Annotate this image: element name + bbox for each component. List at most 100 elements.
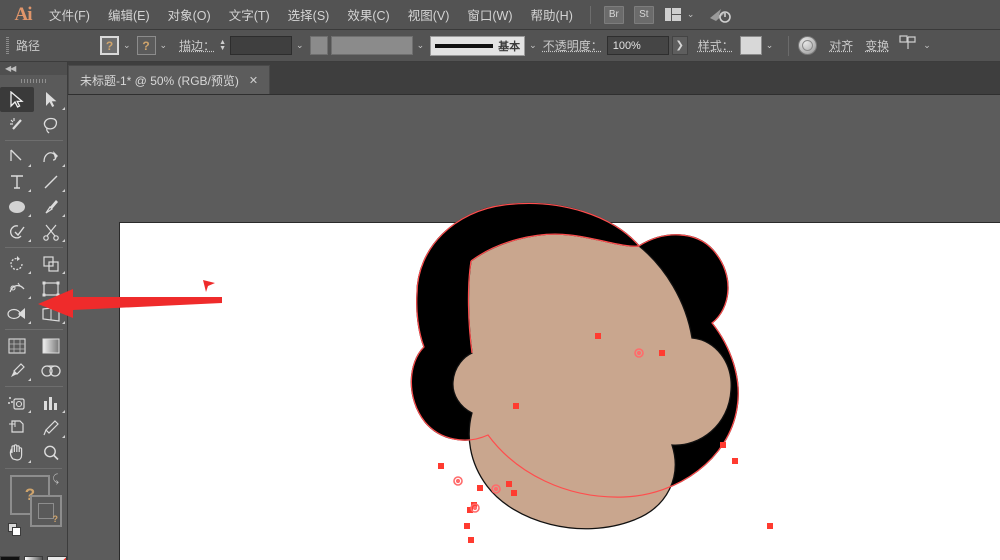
tool-panel-grip[interactable] (0, 75, 67, 87)
stroke-profile-chevron-icon[interactable]: ⌄ (417, 40, 425, 51)
opacity-label: 不透明度： (543, 37, 603, 54)
menu-edit[interactable]: 编辑(E) (99, 1, 159, 28)
paintbrush-tool[interactable] (34, 194, 68, 219)
menu-help[interactable]: 帮助(H) (522, 1, 582, 28)
control-bar-grip[interactable] (6, 37, 9, 55)
recolor-artwork-icon[interactable] (798, 36, 817, 55)
menu-select[interactable]: 选择(S) (279, 1, 339, 28)
menu-file[interactable]: 文件(F) (40, 1, 99, 28)
document-tab[interactable]: 未标题-1* @ 50% (RGB/预览) ✕ (68, 65, 270, 94)
perspective-grid-tool[interactable] (34, 301, 68, 326)
fill-dropdown-chevron-icon[interactable]: ⌄ (123, 40, 131, 51)
collapse-panel-icon[interactable]: ◀◀ (5, 64, 15, 73)
stroke-dropdown-chevron-icon[interactable]: ⌄ (160, 40, 168, 51)
stroke-swatch[interactable]: ? (30, 495, 62, 527)
none-mode-button[interactable] (47, 556, 67, 560)
bridge-button[interactable]: Br (604, 6, 624, 24)
color-mode-button[interactable] (0, 556, 20, 560)
stock-button[interactable]: St (634, 6, 654, 24)
gradient-mode-button[interactable] (24, 556, 44, 560)
style-label: 样式： (698, 37, 734, 54)
hand-tool[interactable] (0, 440, 34, 465)
pen-tool[interactable] (0, 144, 34, 169)
stroke-profile-preview (310, 36, 328, 55)
chevron-down-icon[interactable]: ⌄ (687, 9, 695, 20)
document-tab-title: 未标题-1* @ 50% (RGB/预览) (80, 72, 239, 89)
menu-effect[interactable]: 效果(C) (338, 1, 398, 28)
artboard-tool[interactable] (0, 415, 34, 440)
scale-tool[interactable] (34, 251, 68, 276)
gradient-tool[interactable] (34, 333, 68, 358)
power-icon[interactable] (708, 6, 732, 24)
magic-wand-tool[interactable] (0, 112, 34, 137)
default-fill-stroke-icon[interactable] (8, 523, 22, 537)
tool-flyout-indicator-icon (62, 435, 65, 438)
tool-divider (5, 247, 63, 248)
tool-flyout-indicator-icon (62, 410, 65, 413)
stroke-weight-chevron-icon[interactable]: ⌄ (296, 40, 304, 51)
blend-tool[interactable] (34, 358, 68, 383)
tool-divider (5, 468, 62, 469)
shaper-tool[interactable] (0, 219, 34, 244)
stroke-swatch-value: ? (53, 514, 59, 524)
align-button[interactable]: 对齐 (829, 37, 853, 54)
brush-definition-dropdown[interactable]: 基本 (430, 36, 525, 56)
free-transform-tool[interactable] (34, 276, 68, 301)
tool-flyout-indicator-icon (28, 189, 31, 192)
fill-stroke-cluster: ? ? ⤹ (6, 473, 61, 553)
zoom-tool[interactable] (34, 440, 68, 465)
tool-divider (5, 140, 63, 141)
stroke-color-swatch[interactable]: ? (137, 36, 156, 55)
tool-flyout-indicator-icon (62, 164, 65, 167)
tools-panel-header[interactable]: ◀◀ (0, 62, 67, 75)
control-bar: 路径 ? ⌄ ? ⌄ 描边： ▲▼ ⌄ ⌄ 基本 ⌄ 不透明度： 100% ❯ … (0, 30, 1000, 62)
rotate-tool[interactable] (0, 251, 34, 276)
menu-view[interactable]: 视图(V) (399, 1, 459, 28)
ellipse-tool[interactable] (0, 194, 34, 219)
opacity-options-button[interactable]: ❯ (672, 36, 688, 55)
close-icon[interactable]: ✕ (249, 74, 258, 87)
fill-color-swatch[interactable]: ? (100, 36, 119, 55)
style-chevron-icon[interactable]: ⌄ (766, 40, 774, 51)
menu-object[interactable]: 对象(O) (159, 1, 220, 28)
tool-flyout-indicator-icon (28, 460, 31, 463)
arrange-icon[interactable] (899, 35, 917, 56)
transform-button[interactable]: 变换 (865, 37, 889, 54)
selection-tool[interactable] (0, 87, 34, 112)
curvature-tool[interactable] (34, 144, 68, 169)
mesh-tool[interactable] (0, 333, 34, 358)
column-graph-tool[interactable] (34, 390, 68, 415)
line-segment-tool[interactable] (34, 169, 68, 194)
symbol-sprayer-tool[interactable] (0, 390, 34, 415)
width-tool[interactable] (0, 276, 34, 301)
tool-flyout-indicator-icon (28, 271, 31, 274)
opacity-input[interactable]: 100% (607, 36, 669, 55)
tool-flyout-indicator-icon (28, 164, 31, 167)
brush-name-label: 基本 (498, 38, 520, 54)
eyedropper-tool[interactable] (0, 358, 34, 383)
control-divider (788, 36, 789, 56)
tool-flyout-indicator-icon (28, 239, 31, 242)
menu-window[interactable]: 窗口(W) (458, 1, 521, 28)
tool-flyout-indicator-icon (62, 296, 65, 299)
scissors-tool[interactable] (34, 219, 68, 244)
lasso-tool[interactable] (34, 112, 68, 137)
stroke-weight-stepper[interactable]: ▲▼ (219, 40, 226, 52)
slice-tool[interactable] (34, 415, 68, 440)
swap-fill-stroke-icon[interactable]: ⤹ (52, 473, 59, 486)
canvas-area[interactable] (68, 95, 1000, 560)
shape-builder-tool[interactable] (0, 301, 34, 326)
style-swatch[interactable] (740, 36, 762, 55)
tool-flyout-indicator-icon (62, 189, 65, 192)
direct-selection-tool[interactable] (34, 87, 68, 112)
menu-type[interactable]: 文字(T) (220, 1, 279, 28)
brush-chevron-icon[interactable]: ⌄ (529, 40, 537, 51)
stroke-profile-dropdown[interactable] (331, 36, 413, 55)
tools-panel: ◀◀ (0, 62, 68, 560)
type-tool[interactable] (0, 169, 34, 194)
stroke-weight-input[interactable] (230, 36, 292, 55)
arrange-chevron-icon[interactable]: ⌄ (923, 40, 931, 51)
workspace-layout-icon[interactable] (665, 8, 681, 21)
tool-flyout-indicator-icon (28, 321, 31, 324)
head-shape-artwork[interactable] (68, 95, 1000, 560)
